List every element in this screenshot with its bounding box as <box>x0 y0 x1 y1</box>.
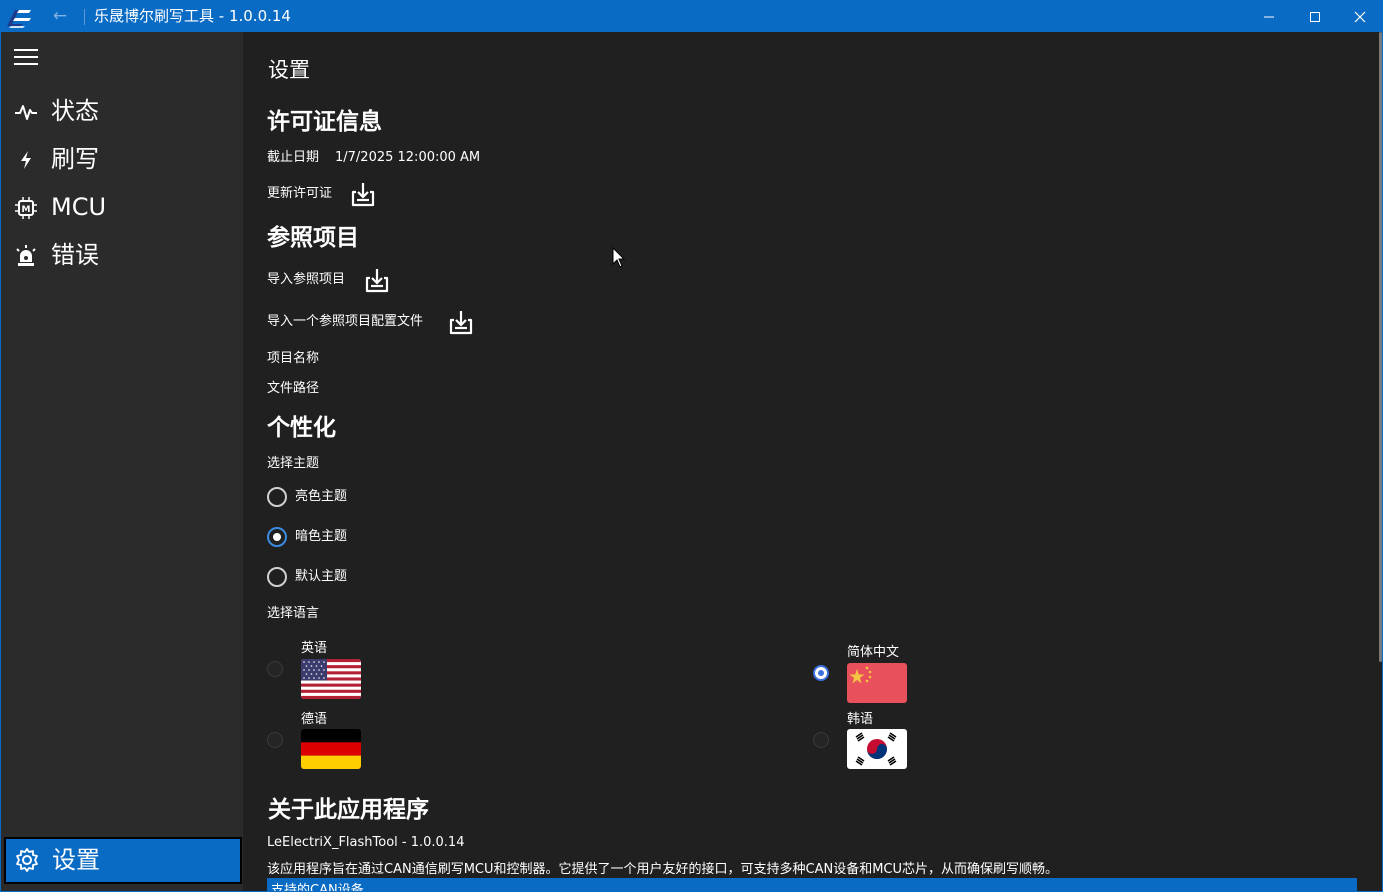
nav-item-settings[interactable]: 设置 <box>4 837 242 884</box>
nav-item-flash[interactable]: 刷写 <box>1 137 243 181</box>
nav-label-errors: 错误 <box>51 241 99 269</box>
page-title: 设置 <box>268 58 310 82</box>
activity-pulse-icon <box>13 99 39 125</box>
theme-radio-default[interactable] <box>267 567 287 587</box>
language-radio-chinese[interactable] <box>813 665 829 681</box>
import-download-icon[interactable] <box>448 309 474 335</box>
language-radio-german[interactable] <box>267 732 283 748</box>
maximize-icon <box>1310 11 1320 22</box>
chip-icon: M <box>13 195 39 221</box>
alarm-light-icon <box>13 243 39 269</box>
nav-item-errors[interactable]: 错误 <box>1 233 243 277</box>
theme-label-default: 默认主题 <box>295 569 348 584</box>
vertical-scrollbar[interactable] <box>1379 32 1382 662</box>
theme-label-dark: 暗色主题 <box>295 529 348 544</box>
title-bar: ← 乐晟博尔刷写工具 - 1.0.0.14 <box>1 1 1382 32</box>
language-radio-korean[interactable] <box>813 732 829 748</box>
korea-flag-icon[interactable] <box>847 729 907 769</box>
maximize-button[interactable] <box>1292 1 1338 32</box>
germany-flag-icon[interactable] <box>301 729 361 769</box>
theme-radio-dark[interactable] <box>267 527 287 547</box>
window-title: 乐晟博尔刷写工具 - 1.0.0.14 <box>94 7 291 25</box>
language-label-german: 德语 <box>301 712 328 727</box>
license-heading: 许可证信息 <box>267 109 382 135</box>
import-download-icon[interactable] <box>350 181 376 207</box>
about-heading: 关于此应用程序 <box>268 797 429 823</box>
reference-heading: 参照项目 <box>267 225 359 251</box>
navigation-sidebar: 状态 刷写 M MCU 错误 设置 <box>1 32 243 891</box>
settings-page: 设置 许可证信息 截止日期 1/7/2025 12:00:00 AM 更新许可证… <box>243 32 1382 892</box>
language-label-korean: 韩语 <box>847 712 874 727</box>
theme-radio-light[interactable] <box>267 487 287 507</box>
theme-label-light: 亮色主题 <box>295 489 348 504</box>
title-separator <box>84 9 85 25</box>
nav-item-status[interactable]: 状态 <box>1 89 243 133</box>
china-flag-icon[interactable] <box>847 663 907 703</box>
lightning-icon <box>13 147 39 173</box>
hamburger-menu-icon[interactable] <box>14 48 38 66</box>
import-project-label: 导入参照项目 <box>267 272 346 287</box>
app-logo-icon <box>7 10 31 28</box>
theme-label: 选择主题 <box>267 456 320 471</box>
close-button[interactable] <box>1337 1 1382 32</box>
nav-item-mcu[interactable]: M MCU <box>1 185 243 229</box>
nav-label-settings: 设置 <box>52 846 100 874</box>
expiry-value: 1/7/2025 12:00:00 AM <box>335 150 481 165</box>
language-radio-english[interactable] <box>267 661 283 677</box>
project-name-label: 项目名称 <box>267 351 320 366</box>
update-license-label: 更新许可证 <box>267 186 333 201</box>
nav-label-flash: 刷写 <box>51 145 99 173</box>
import-download-icon[interactable] <box>364 267 390 293</box>
us-flag-icon[interactable] <box>301 659 361 699</box>
language-label-english: 英语 <box>301 641 328 656</box>
app-description: 该应用程序旨在通过CAN通信刷写MCU和控制器。它提供了一个用户友好的接口，可支… <box>267 862 1059 877</box>
svg-text:M: M <box>22 205 31 215</box>
mouse-cursor-icon <box>612 247 626 268</box>
nav-label-mcu: MCU <box>51 193 107 221</box>
close-icon <box>1354 11 1366 22</box>
language-label: 选择语言 <box>267 606 320 621</box>
import-config-label: 导入一个参照项目配置文件 <box>267 314 424 329</box>
app-window: ← 乐晟博尔刷写工具 - 1.0.0.14 状态 刷写 M MCU 错误 设置 … <box>0 0 1383 892</box>
minimize-icon <box>1264 16 1274 17</box>
file-path-label: 文件路径 <box>267 381 320 396</box>
app-version: LeElectriX_FlashTool - 1.0.0.14 <box>267 835 465 850</box>
minimize-button[interactable] <box>1246 1 1292 32</box>
language-label-chinese: 简体中文 <box>847 645 900 660</box>
supported-devices-header[interactable]: 支持的CAN设备 <box>267 878 1357 892</box>
expiry-label: 截止日期 <box>267 150 320 165</box>
personalization-heading: 个性化 <box>267 415 336 441</box>
supported-devices-label: 支持的CAN设备 <box>271 883 364 892</box>
gear-icon <box>14 847 40 873</box>
nav-label-status: 状态 <box>51 97 99 125</box>
back-arrow-icon[interactable]: ← <box>49 6 71 26</box>
